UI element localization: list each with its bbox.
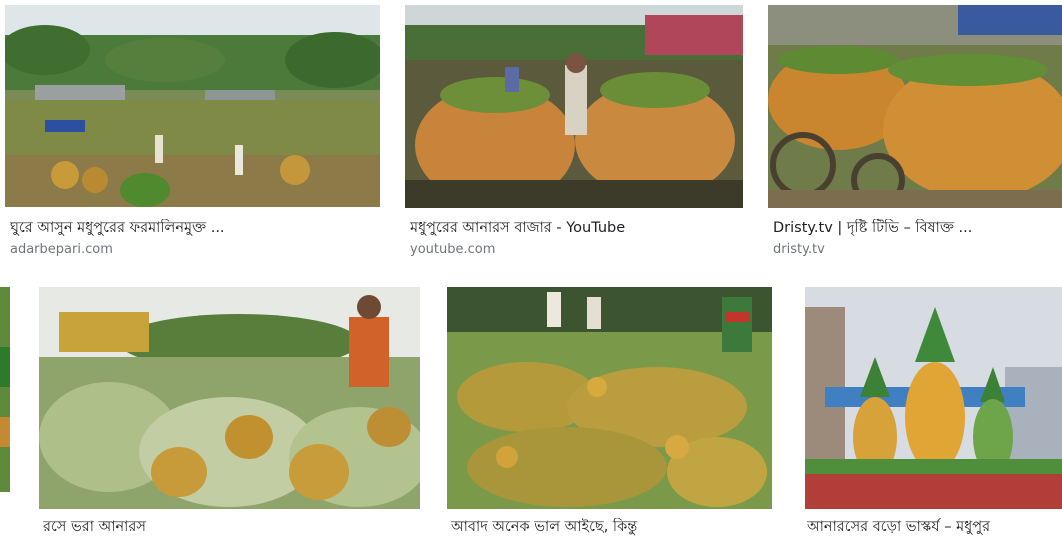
- result-title-4[interactable]: রসে ভরা আনারস: [43, 518, 420, 536]
- result-image-3[interactable]: [768, 5, 1062, 208]
- result-title-2[interactable]: মধুপুরের আনারস বাজার - YouTube: [410, 219, 743, 237]
- result-image-6[interactable]: [805, 287, 1062, 509]
- result-image-partial[interactable]: [0, 287, 10, 492]
- result-source-1[interactable]: adarbepari.com: [10, 242, 113, 258]
- result-source-2[interactable]: youtube.com: [410, 242, 495, 258]
- result-image-2[interactable]: [405, 5, 743, 208]
- result-title-5[interactable]: আবাদ অনেক ভাল আইছে, কিন্তু: [451, 518, 772, 536]
- result-title-3[interactable]: Dristy.tv | দৃষ্টি টিভি – বিষাক্ত ...: [773, 219, 1062, 237]
- result-image-4[interactable]: [39, 287, 420, 509]
- result-title-6[interactable]: আনারসের বড়ো ভাস্কর্য – মধুপুর: [807, 518, 1062, 536]
- result-title-1[interactable]: ঘুরে আসুন মধুপুরের ফরমালিনমুক্ত ...: [10, 219, 380, 237]
- result-source-3[interactable]: dristy.tv: [773, 242, 825, 258]
- result-image-1[interactable]: [5, 5, 380, 207]
- result-image-5[interactable]: [447, 287, 772, 509]
